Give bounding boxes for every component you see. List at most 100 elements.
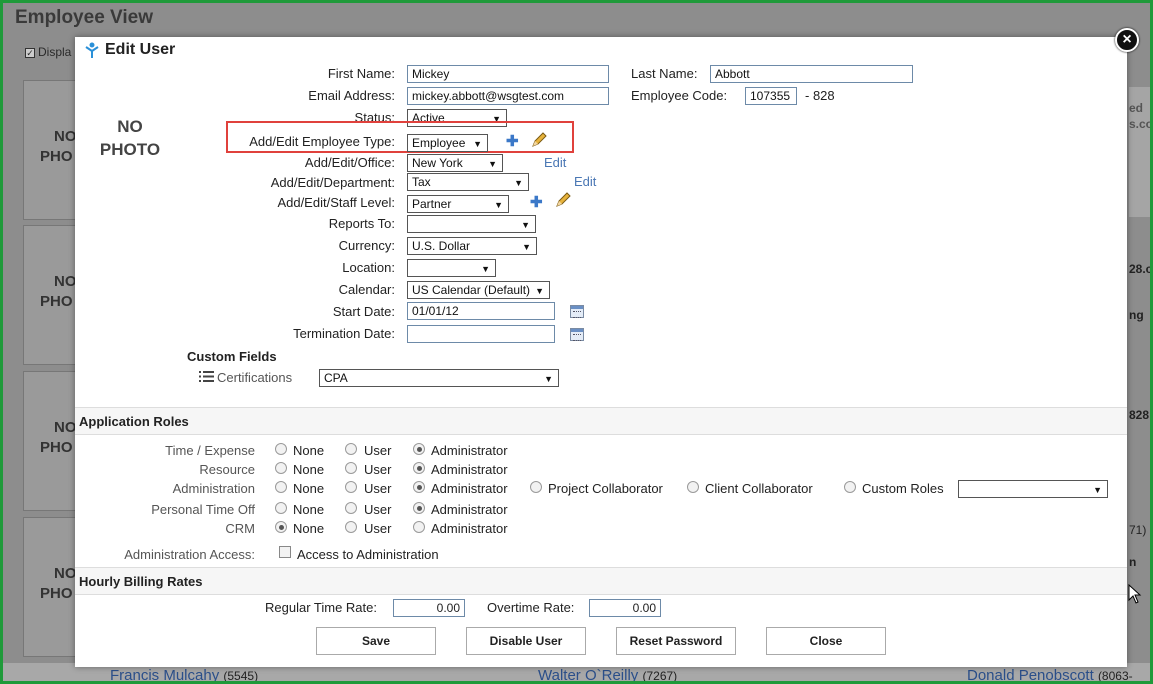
list-icon — [199, 370, 214, 386]
display-checkbox[interactable]: ✓ Displa — [25, 45, 71, 59]
employee-link[interactable]: Donald Penobscott (8063- — [967, 667, 1133, 681]
radio-client-collaborator[interactable] — [687, 481, 699, 493]
radio-user[interactable] — [345, 462, 357, 474]
radio-none[interactable] — [275, 502, 287, 514]
admin-access-label: Administration Access: — [124, 547, 255, 562]
bg-fragment: n — [1129, 555, 1137, 569]
mouse-cursor-icon — [1128, 583, 1142, 607]
calendar-icon[interactable] — [570, 328, 584, 341]
last-name-input[interactable]: Abbott — [710, 65, 913, 83]
bg-fragment: ng — [1129, 308, 1144, 322]
bg-fragment: 828 — [1129, 408, 1150, 422]
app-logo-icon — [84, 41, 100, 62]
modal-close-icon[interactable]: × — [1115, 28, 1139, 52]
location-label: Location: — [342, 260, 395, 275]
radio-label: Administrator — [431, 521, 508, 536]
location-select[interactable]: ▼ — [407, 259, 496, 277]
calendar-select[interactable]: US Calendar (Default) ▼ — [407, 281, 550, 299]
admin-access-checkbox-label: Access to Administration — [297, 547, 439, 562]
bg-fragment: 28.c — [1129, 262, 1150, 276]
employee-type-select[interactable]: Employee ▼ — [407, 134, 488, 152]
regular-rate-input[interactable]: 0.00 — [393, 599, 465, 617]
radio-administrator[interactable] — [413, 443, 425, 455]
office-edit-link[interactable]: Edit — [544, 155, 566, 170]
employee-link[interactable]: Francis Mulcahy (5545) — [110, 667, 258, 681]
radio-label: Administrator — [431, 443, 508, 458]
first-name-input[interactable]: Mickey — [407, 65, 609, 83]
overtime-rate-label: Overtime Rate: — [487, 600, 575, 615]
no-photo-text: NO — [54, 565, 77, 582]
project-collaborator-label: Project Collaborator — [548, 481, 663, 496]
role-label-time-expense: Time / Expense — [165, 443, 255, 458]
chevron-down-icon: ▼ — [535, 286, 544, 296]
radio-user[interactable] — [345, 443, 357, 455]
radio-administrator[interactable] — [413, 502, 425, 514]
radio-administrator[interactable] — [413, 462, 425, 474]
role-label-administration: Administration — [172, 481, 255, 496]
radio-administrator[interactable] — [413, 521, 425, 533]
employee-link[interactable]: Walter O`Reilly (7267) — [538, 667, 677, 681]
radio-user[interactable] — [345, 502, 357, 514]
add-staff-level-icon[interactable]: ✚ — [530, 195, 543, 210]
calendar-icon[interactable] — [570, 305, 584, 318]
regular-rate-label: Regular Time Rate: — [265, 600, 377, 615]
radio-none[interactable] — [275, 521, 287, 533]
currency-select[interactable]: U.S. Dollar ▼ — [407, 237, 537, 255]
radio-custom-roles[interactable] — [844, 481, 856, 493]
edit-staff-level-icon[interactable] — [554, 191, 572, 212]
radio-label: User — [364, 481, 392, 496]
modal-title: Edit User — [105, 41, 176, 58]
reports-to-select[interactable]: ▼ — [407, 215, 536, 233]
radio-project-collaborator[interactable] — [530, 481, 542, 493]
bg-fragment: 71) — [1129, 523, 1147, 537]
application-roles-section: Application Roles — [75, 407, 1127, 435]
role-label-pto: Personal Time Off — [151, 502, 255, 517]
office-label: Add/Edit/Office: — [304, 155, 395, 170]
chevron-down-icon: ▼ — [522, 242, 531, 252]
chevron-down-icon: ▼ — [494, 200, 503, 210]
staff-level-select[interactable]: Partner ▼ — [407, 195, 509, 213]
radio-administrator[interactable] — [413, 481, 425, 493]
start-date-label: Start Date: — [332, 304, 395, 319]
email-label: Email Address: — [308, 88, 395, 103]
employee-code-input[interactable]: 107355 — [745, 87, 797, 105]
currency-label: Currency: — [338, 238, 395, 253]
radio-label: None — [293, 443, 325, 458]
department-edit-link[interactable]: Edit — [574, 174, 596, 189]
close-button[interactable]: Close — [766, 627, 886, 655]
office-select[interactable]: New York ▼ — [407, 154, 503, 172]
no-photo-placeholder: NO PHOTO — [99, 117, 161, 159]
termination-date-input[interactable] — [407, 325, 555, 343]
start-date-input[interactable]: 01/01/12 — [407, 302, 555, 320]
chevron-down-icon: ▼ — [488, 159, 497, 169]
email-input[interactable]: mickey.abbott@wsgtest.com — [407, 87, 609, 105]
radio-user[interactable] — [345, 521, 357, 533]
radio-label: None — [293, 521, 325, 536]
client-collaborator-label: Client Collaborator — [705, 481, 813, 496]
radio-label: User — [364, 462, 392, 477]
radio-user[interactable] — [345, 481, 357, 493]
chevron-down-icon: ▼ — [481, 264, 490, 274]
certifications-label: Certifications — [217, 370, 293, 385]
edit-user-modal: Edit User NO PHOTO First Name: Mickey La… — [75, 37, 1127, 667]
first-name-label: First Name: — [327, 66, 395, 81]
bg-fragment: ed — [1129, 101, 1144, 115]
certifications-select[interactable]: CPA ▼ — [319, 369, 559, 387]
add-employee-type-icon[interactable]: ✚ — [506, 134, 519, 149]
radio-none[interactable] — [275, 462, 287, 474]
radio-label: User — [364, 443, 392, 458]
modal-header: Edit User — [75, 37, 1127, 63]
custom-roles-select[interactable]: ▼ — [958, 480, 1108, 498]
employee-type-label: Add/Edit Employee Type: — [249, 134, 395, 149]
overtime-rate-input[interactable]: 0.00 — [589, 599, 661, 617]
radio-none[interactable] — [275, 443, 287, 455]
department-select[interactable]: Tax ▼ — [407, 173, 529, 191]
admin-access-checkbox[interactable] — [279, 546, 291, 558]
role-label-resource: Resource — [199, 462, 255, 477]
no-photo-text: PHO — [40, 148, 73, 165]
edit-employee-type-icon[interactable] — [530, 131, 548, 152]
reset-password-button[interactable]: Reset Password — [616, 627, 736, 655]
disable-user-button[interactable]: Disable User — [466, 627, 586, 655]
save-button[interactable]: Save — [316, 627, 436, 655]
radio-none[interactable] — [275, 481, 287, 493]
